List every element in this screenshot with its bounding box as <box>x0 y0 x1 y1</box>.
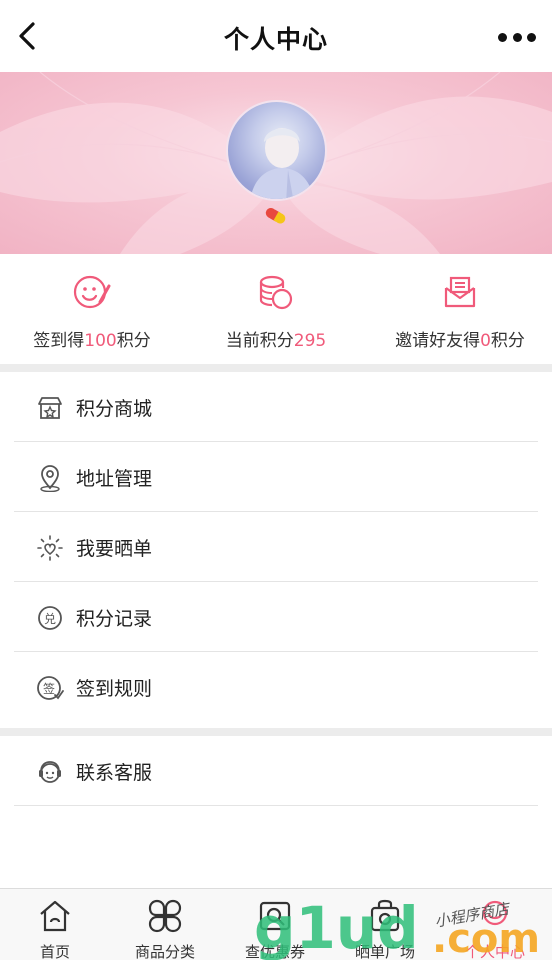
store-icon <box>38 397 62 419</box>
menu-item-label: 积分记录 <box>76 608 153 630</box>
camera-bag-icon <box>370 899 400 932</box>
current-points-text: 当前积分295 <box>225 331 327 351</box>
location-pin-icon <box>40 465 60 492</box>
tab-coupons[interactable]: 查优惠券 <box>220 889 330 960</box>
svg-text:兑: 兑 <box>44 612 56 626</box>
tab-home[interactable]: 首页 <box>0 889 110 960</box>
more-dots-icon <box>498 32 507 42</box>
tab-bar: 首页 商品分类 查优惠券 晒单广场 个人中心 <box>0 888 552 960</box>
profile-icon <box>482 900 508 926</box>
envelope-icon <box>444 276 476 308</box>
sun-heart-icon <box>37 535 63 561</box>
invite-points[interactable]: 邀请好友得0积分 <box>368 254 552 364</box>
tab-categories[interactable]: 商品分类 <box>110 889 220 960</box>
svg-text:签: 签 <box>43 681 55 696</box>
menu-item-label: 签到规则 <box>76 678 153 700</box>
menu-item-points-record[interactable]: 兑 积分记录 <box>14 582 538 652</box>
sign-in-points-text: 签到得100积分 <box>33 331 151 351</box>
home-icon <box>40 900 70 932</box>
current-points[interactable]: 当前积分295 <box>184 254 368 364</box>
tab-label: 晒单广场 <box>354 943 415 960</box>
menu-item-label: 积分商城 <box>76 398 153 420</box>
menu-item-points-mall[interactable]: 积分商城 <box>14 372 538 442</box>
coins-icon <box>259 275 293 310</box>
customer-service-icon <box>39 761 61 783</box>
more-options-button[interactable] <box>498 28 536 46</box>
clover-icon <box>148 899 182 933</box>
sign-rule-icon: 签 <box>37 676 64 700</box>
invite-points-text: 邀请好友得0积分 <box>395 331 525 351</box>
smiley-pen-icon <box>73 275 111 309</box>
menu-item-label: 我要晒单 <box>76 538 153 560</box>
sign-in-points[interactable]: 签到得100积分 <box>0 254 184 364</box>
tab-label: 查优惠券 <box>244 943 305 960</box>
coupon-search-icon <box>259 901 291 931</box>
tab-label: 个人中心 <box>464 943 525 960</box>
redeem-icon: 兑 <box>38 606 62 630</box>
menu-item-label: 地址管理 <box>76 468 153 490</box>
pill-badge-icon <box>265 208 286 224</box>
menu-item-share-order[interactable]: 我要晒单 <box>14 512 538 582</box>
menu-item-address[interactable]: 地址管理 <box>14 442 538 512</box>
menu-item-customer-service[interactable]: 联系客服 <box>14 736 538 806</box>
section-divider <box>0 728 552 736</box>
tab-share-square[interactable]: 晒单广场 <box>330 889 440 960</box>
tab-label: 首页 <box>39 943 70 960</box>
menu-item-label: 联系客服 <box>76 762 153 784</box>
tab-profile[interactable]: 个人中心 <box>440 889 550 960</box>
page-title: 个人中心 <box>223 25 328 54</box>
nav-bar: 个人中心 <box>0 0 552 72</box>
menu-item-sign-rules[interactable]: 签 签到规则 <box>14 652 538 722</box>
points-stats: 签到得100积分 当前积分295 邀请好友得0积分 <box>0 254 552 364</box>
tab-label: 商品分类 <box>134 943 195 960</box>
avatar[interactable] <box>226 100 327 201</box>
section-divider <box>0 364 552 372</box>
avatar-image <box>250 128 314 199</box>
